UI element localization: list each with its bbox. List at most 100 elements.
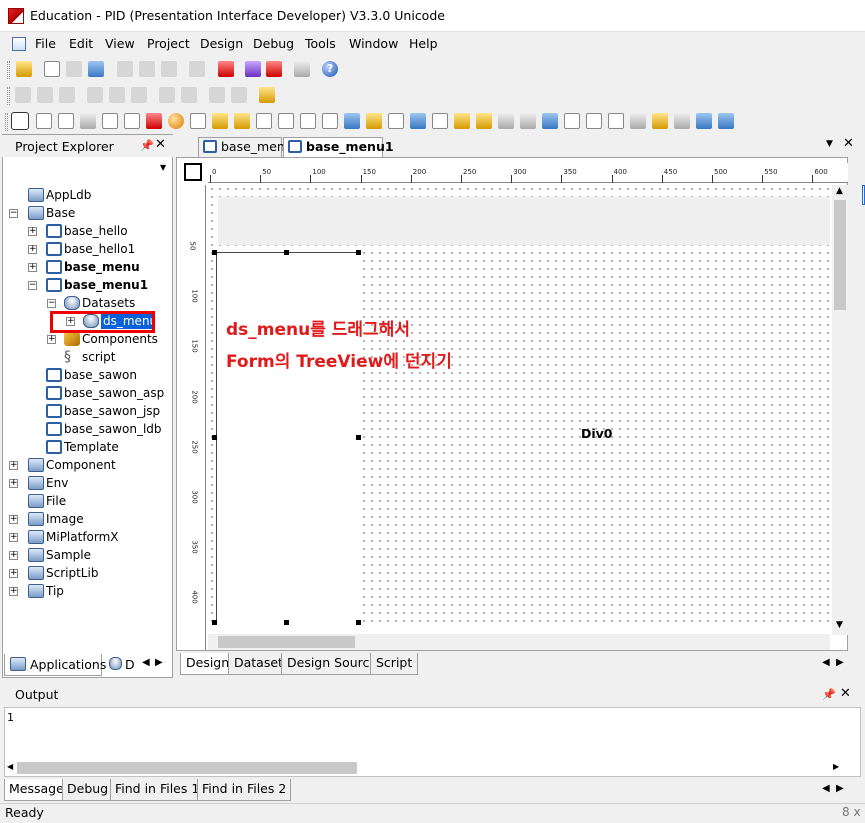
- chart-tool-icon[interactable]: [652, 113, 668, 129]
- tab-find-in-files-1[interactable]: Find in Files 1: [110, 779, 205, 801]
- bookmark-tool-icon[interactable]: [212, 113, 228, 129]
- image-tool-icon[interactable]: [146, 113, 162, 129]
- checkbox-tool-icon[interactable]: [190, 113, 206, 129]
- collapse-icon[interactable]: −: [47, 299, 56, 308]
- treeview-component[interactable]: [216, 252, 359, 623]
- expand-icon[interactable]: +: [9, 587, 18, 596]
- align-center-icon[interactable]: [37, 87, 53, 103]
- horizontal-scroll-thumb[interactable]: [218, 636, 355, 648]
- tab-scroll-right-icon[interactable]: ▶: [155, 657, 163, 668]
- tab-base-menu[interactable]: base_menu: [198, 137, 293, 157]
- tab-debug[interactable]: Debug: [62, 779, 114, 801]
- tree-item-datasets[interactable]: Datasets: [82, 294, 135, 312]
- resize-handle[interactable]: [212, 620, 217, 625]
- tag-tool-icon[interactable]: [234, 113, 250, 129]
- open-file-icon[interactable]: [66, 61, 82, 77]
- menu-tool-icon[interactable]: [366, 113, 382, 129]
- collapse-icon[interactable]: −: [28, 281, 37, 290]
- align-right-icon[interactable]: [59, 87, 75, 103]
- close-document-icon[interactable]: ✕: [843, 136, 854, 151]
- tree-item-image[interactable]: Image: [46, 510, 84, 528]
- tab-scroll-left-icon[interactable]: ◀: [822, 783, 830, 794]
- textarea-tool-icon[interactable]: [322, 113, 338, 129]
- tree-item-template[interactable]: Template: [64, 438, 119, 456]
- tree-item-component[interactable]: Component: [46, 456, 116, 474]
- tree-item-tip[interactable]: Tip: [46, 582, 64, 600]
- tree-item-appldb[interactable]: AppLdb: [46, 186, 91, 204]
- user-tool-icon[interactable]: [718, 113, 734, 129]
- menu-help[interactable]: Help: [409, 36, 438, 51]
- ruler-corner[interactable]: [184, 163, 202, 181]
- resize-handle[interactable]: [356, 435, 361, 440]
- scroll-left-icon[interactable]: ◀: [7, 762, 13, 771]
- run-icon[interactable]: [218, 61, 234, 77]
- bucket-tool-icon[interactable]: [410, 113, 426, 129]
- tree-item-base-sawon-asp[interactable]: base_sawon_asp: [64, 384, 164, 402]
- pin-icon[interactable]: 📌: [140, 139, 154, 152]
- tree-item-base-sawon-jsp[interactable]: base_sawon_jsp: [64, 402, 160, 420]
- button-tool-icon[interactable]: [36, 113, 52, 129]
- edit-tool-icon[interactable]: [58, 113, 74, 129]
- paste-icon[interactable]: [161, 61, 177, 77]
- resize-handle[interactable]: [284, 620, 289, 625]
- expand-icon[interactable]: +: [9, 533, 18, 542]
- stop-icon[interactable]: [266, 61, 282, 77]
- same-width-icon[interactable]: [159, 87, 175, 103]
- tree-item-base-sawon[interactable]: base_sawon: [64, 366, 137, 384]
- tree-item-base[interactable]: Base: [46, 204, 75, 222]
- menu-edit[interactable]: Edit: [69, 36, 93, 51]
- shape-tool-icon[interactable]: [80, 113, 96, 129]
- toolbar-grip[interactable]: [7, 87, 10, 105]
- scroll-up-icon[interactable]: ▲: [836, 186, 843, 196]
- pen-tool-icon[interactable]: [630, 113, 646, 129]
- cut-icon[interactable]: [117, 61, 133, 77]
- scroll-down-icon[interactable]: ▼: [836, 620, 843, 630]
- resize-handle[interactable]: [212, 250, 217, 255]
- close-icon[interactable]: ✕: [155, 137, 166, 152]
- tab-design[interactable]: Design: [180, 653, 236, 675]
- tab-message[interactable]: Message: [4, 779, 69, 801]
- tab-base-menu1[interactable]: base_menu1: [283, 137, 394, 157]
- tree-item-env[interactable]: Env: [46, 474, 68, 492]
- tab-database[interactable]: D: [105, 654, 135, 676]
- menu-file[interactable]: File: [35, 36, 56, 51]
- tree-item-base-hello1[interactable]: base_hello1: [64, 240, 135, 258]
- radio-tool-icon[interactable]: [300, 113, 316, 129]
- menu-window[interactable]: Window: [349, 36, 398, 51]
- new-file-icon[interactable]: [44, 61, 60, 77]
- debug-run-icon[interactable]: [245, 61, 261, 77]
- rect-tool-icon[interactable]: [124, 113, 140, 129]
- resize-handle[interactable]: [284, 250, 289, 255]
- space-vertical-icon[interactable]: [231, 87, 247, 103]
- combo-tool-icon[interactable]: [432, 113, 448, 129]
- pin-icon[interactable]: 📌: [822, 688, 836, 701]
- align-middle-icon[interactable]: [109, 87, 125, 103]
- tab-tool-icon[interactable]: [564, 113, 580, 129]
- resize-handle[interactable]: [356, 250, 361, 255]
- spin-tool-icon[interactable]: [454, 113, 470, 129]
- expand-icon[interactable]: +: [9, 461, 18, 470]
- file-tool-icon[interactable]: [498, 113, 514, 129]
- chevron-down-icon[interactable]: ▼: [160, 163, 166, 172]
- menu-debug[interactable]: Debug: [253, 36, 294, 51]
- collapse-icon[interactable]: −: [9, 209, 18, 218]
- toolbar-grip[interactable]: [5, 113, 8, 131]
- resize-handle[interactable]: [356, 620, 361, 625]
- options-icon[interactable]: [294, 61, 310, 77]
- tab-scroll-right-icon[interactable]: ▶: [836, 657, 844, 668]
- expand-icon[interactable]: +: [28, 227, 37, 236]
- tree-item-base-hello[interactable]: base_hello: [64, 222, 128, 240]
- tree-item-base-menu[interactable]: base_menu: [64, 258, 140, 276]
- expand-icon[interactable]: +: [9, 515, 18, 524]
- copy-icon[interactable]: [139, 61, 155, 77]
- align-left-icon[interactable]: [15, 87, 31, 103]
- activex-tool-icon[interactable]: [520, 113, 536, 129]
- pointer-tool-icon[interactable]: [11, 112, 29, 130]
- calendar-tool-icon[interactable]: [278, 113, 294, 129]
- project-selector-dropdown[interactable]: [5, 160, 171, 180]
- tab-scroll-right-icon[interactable]: ▶: [836, 783, 844, 794]
- mdi-window-icon[interactable]: [12, 37, 26, 51]
- tab-list-chevron-icon[interactable]: ▼: [826, 139, 833, 149]
- menu-view[interactable]: View: [105, 36, 135, 51]
- div-tool-icon[interactable]: [586, 113, 602, 129]
